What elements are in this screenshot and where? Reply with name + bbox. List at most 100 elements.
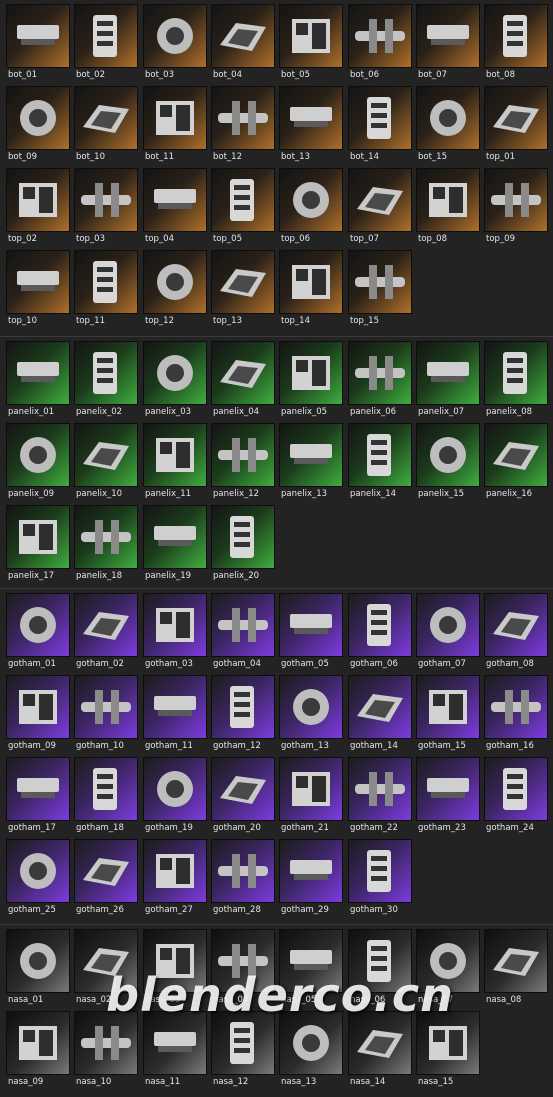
asset-thumbnail[interactable]	[143, 4, 207, 68]
asset-tile[interactable]: gotham_01	[6, 593, 70, 675]
asset-tile[interactable]: gotham_07	[416, 593, 480, 675]
asset-thumbnail[interactable]	[484, 929, 548, 993]
asset-thumbnail[interactable]	[6, 757, 70, 821]
asset-thumbnail[interactable]	[279, 675, 343, 739]
asset-tile[interactable]: bot_15	[416, 86, 480, 168]
asset-tile[interactable]: gotham_30	[348, 839, 412, 921]
asset-thumbnail[interactable]	[416, 168, 480, 232]
asset-tile[interactable]: top_13	[211, 250, 275, 332]
asset-tile[interactable]: bot_01	[6, 4, 70, 86]
asset-tile[interactable]: gotham_20	[211, 757, 275, 839]
asset-thumbnail[interactable]	[211, 423, 275, 487]
asset-thumbnail[interactable]	[143, 341, 207, 405]
asset-thumbnail[interactable]	[211, 168, 275, 232]
asset-tile[interactable]: panelix_15	[416, 423, 480, 505]
asset-tile[interactable]: nasa_02	[74, 929, 138, 1011]
asset-tile[interactable]: gotham_26	[74, 839, 138, 921]
asset-thumbnail[interactable]	[6, 341, 70, 405]
asset-tile[interactable]: panelix_16	[484, 423, 548, 505]
asset-tile[interactable]: top_06	[279, 168, 343, 250]
asset-tile[interactable]: top_07	[348, 168, 412, 250]
asset-tile[interactable]: bot_14	[348, 86, 412, 168]
asset-tile[interactable]: panelix_04	[211, 341, 275, 423]
asset-thumbnail[interactable]	[74, 505, 138, 569]
asset-thumbnail[interactable]	[211, 4, 275, 68]
asset-tile[interactable]: nasa_10	[74, 1011, 138, 1093]
asset-thumbnail[interactable]	[74, 168, 138, 232]
asset-tile[interactable]: gotham_11	[143, 675, 207, 757]
asset-tile[interactable]: nasa_13	[279, 1011, 343, 1093]
asset-tile[interactable]: gotham_23	[416, 757, 480, 839]
asset-tile[interactable]: panelix_08	[484, 341, 548, 423]
asset-tile[interactable]: gotham_16	[484, 675, 548, 757]
asset-thumbnail[interactable]	[74, 250, 138, 314]
asset-thumbnail[interactable]	[143, 505, 207, 569]
asset-tile[interactable]: bot_02	[74, 4, 138, 86]
asset-tile[interactable]: nasa_01	[6, 929, 70, 1011]
asset-thumbnail[interactable]	[74, 757, 138, 821]
asset-tile[interactable]: gotham_12	[211, 675, 275, 757]
asset-thumbnail[interactable]	[279, 839, 343, 903]
asset-thumbnail[interactable]	[6, 1011, 70, 1075]
asset-thumbnail[interactable]	[279, 4, 343, 68]
asset-tile[interactable]: nasa_04	[211, 929, 275, 1011]
asset-thumbnail[interactable]	[348, 593, 412, 657]
asset-thumbnail[interactable]	[143, 168, 207, 232]
asset-thumbnail[interactable]	[6, 168, 70, 232]
asset-tile[interactable]: gotham_19	[143, 757, 207, 839]
asset-thumbnail[interactable]	[143, 1011, 207, 1075]
asset-tile[interactable]: bot_06	[348, 4, 412, 86]
asset-tile[interactable]: top_12	[143, 250, 207, 332]
asset-thumbnail[interactable]	[74, 675, 138, 739]
asset-thumbnail[interactable]	[211, 1011, 275, 1075]
asset-thumbnail[interactable]	[348, 423, 412, 487]
asset-thumbnail[interactable]	[211, 839, 275, 903]
asset-tile[interactable]: panelix_03	[143, 341, 207, 423]
asset-thumbnail[interactable]	[143, 86, 207, 150]
asset-tile[interactable]: gotham_04	[211, 593, 275, 675]
asset-tile[interactable]: bot_08	[484, 4, 548, 86]
asset-thumbnail[interactable]	[211, 86, 275, 150]
asset-thumbnail[interactable]	[74, 1011, 138, 1075]
asset-thumbnail[interactable]	[416, 86, 480, 150]
asset-tile[interactable]: panelix_14	[348, 423, 412, 505]
asset-thumbnail[interactable]	[74, 341, 138, 405]
asset-tile[interactable]: bot_12	[211, 86, 275, 168]
asset-thumbnail[interactable]	[348, 250, 412, 314]
asset-thumbnail[interactable]	[6, 86, 70, 150]
asset-thumbnail[interactable]	[416, 593, 480, 657]
asset-thumbnail[interactable]	[74, 86, 138, 150]
asset-tile[interactable]: top_01	[484, 86, 548, 168]
asset-tile[interactable]: nasa_07	[416, 929, 480, 1011]
asset-tile[interactable]: bot_09	[6, 86, 70, 168]
asset-tile[interactable]: gotham_22	[348, 757, 412, 839]
asset-thumbnail[interactable]	[74, 4, 138, 68]
asset-tile[interactable]: panelix_11	[143, 423, 207, 505]
asset-thumbnail[interactable]	[484, 423, 548, 487]
asset-thumbnail[interactable]	[6, 505, 70, 569]
asset-thumbnail[interactable]	[211, 505, 275, 569]
asset-thumbnail[interactable]	[211, 250, 275, 314]
asset-thumbnail[interactable]	[143, 675, 207, 739]
asset-tile[interactable]: nasa_08	[484, 929, 548, 1011]
asset-tile[interactable]: nasa_06	[348, 929, 412, 1011]
asset-tile[interactable]: gotham_15	[416, 675, 480, 757]
asset-tile[interactable]: bot_11	[143, 86, 207, 168]
asset-thumbnail[interactable]	[348, 4, 412, 68]
asset-tile[interactable]: bot_04	[211, 4, 275, 86]
asset-thumbnail[interactable]	[416, 675, 480, 739]
asset-tile[interactable]: panelix_19	[143, 505, 207, 587]
asset-thumbnail[interactable]	[348, 757, 412, 821]
asset-thumbnail[interactable]	[348, 929, 412, 993]
asset-tile[interactable]: nasa_03	[143, 929, 207, 1011]
asset-thumbnail[interactable]	[6, 593, 70, 657]
asset-tile[interactable]: gotham_24	[484, 757, 548, 839]
asset-thumbnail[interactable]	[74, 423, 138, 487]
asset-thumbnail[interactable]	[74, 839, 138, 903]
asset-tile[interactable]: top_09	[484, 168, 548, 250]
asset-tile[interactable]: top_03	[74, 168, 138, 250]
asset-tile[interactable]: panelix_17	[6, 505, 70, 587]
asset-tile[interactable]: bot_03	[143, 4, 207, 86]
asset-tile[interactable]: gotham_08	[484, 593, 548, 675]
asset-tile[interactable]: top_11	[74, 250, 138, 332]
